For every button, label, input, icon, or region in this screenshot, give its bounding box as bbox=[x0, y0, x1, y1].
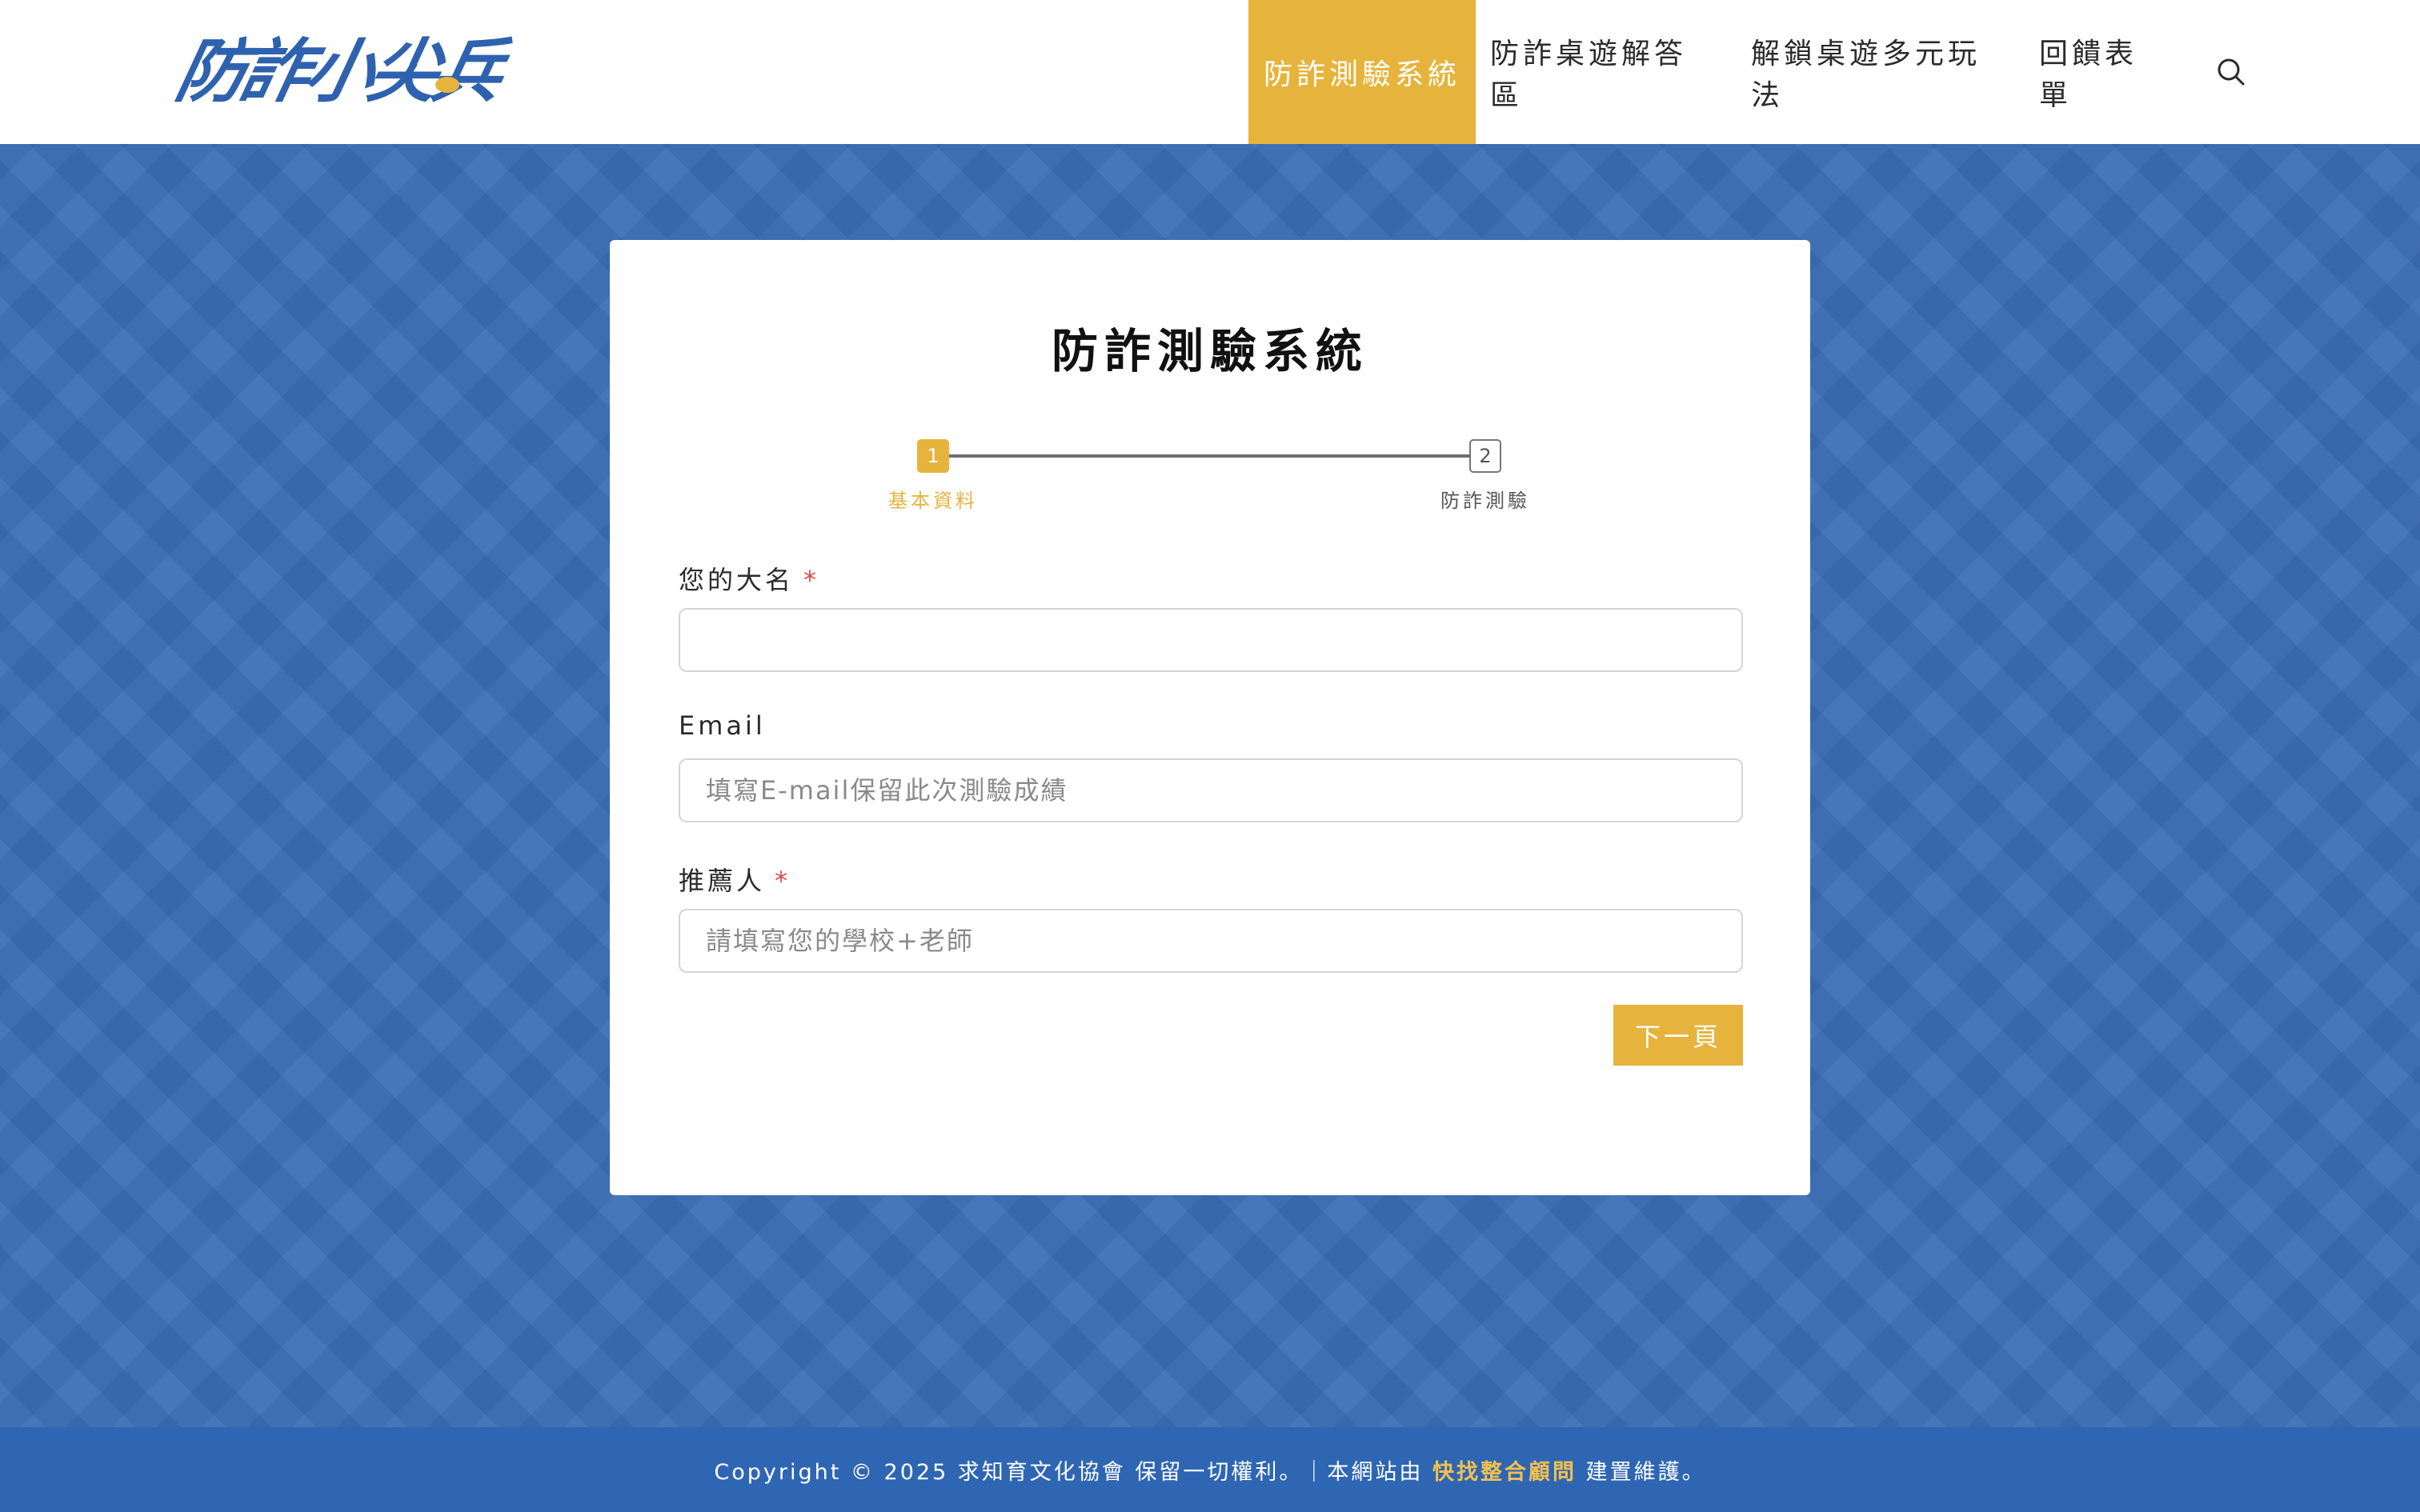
referrer-label-text: 推薦人 bbox=[679, 866, 766, 896]
footer-maintenance-text: 建置維護。 bbox=[1576, 1459, 1706, 1485]
footer-copyright: Copyright © 2025 求知育文化協會 保留一切權利。｜本網站由 bbox=[714, 1459, 1432, 1485]
site-footer: Copyright © 2025 求知育文化協會 保留一切權利。｜本網站由 快找… bbox=[0, 1427, 2420, 1512]
step-badge-2: 2 bbox=[1469, 439, 1501, 473]
name-label-text: 您的大名 bbox=[679, 565, 795, 595]
page-title: 防詐測驗系統 bbox=[1051, 324, 1368, 378]
required-mark: * bbox=[803, 565, 820, 595]
logo-text: 防詐小尖兵 bbox=[169, 32, 507, 112]
step-label-basic-info: 基本資料 bbox=[888, 490, 978, 512]
next-page-button[interactable]: 下一頁 bbox=[1613, 1005, 1743, 1066]
email-label-text: Email bbox=[679, 710, 766, 741]
name-label: 您的大名 * bbox=[679, 560, 819, 597]
email-label: Email bbox=[679, 710, 766, 741]
referrer-input[interactable] bbox=[679, 909, 1743, 973]
quiz-form-card: 防詐測驗系統 1 2 基本資料 防詐測驗 您的大名 * Email 推薦人 * 下一… bbox=[610, 240, 1810, 1195]
footer-developer-link[interactable]: 快找整合顧問 bbox=[1432, 1454, 1577, 1486]
nav-item-boardgame-answers[interactable]: 防詐桌遊解答區 bbox=[1490, 0, 1714, 144]
step-label-fraud-quiz: 防詐測驗 bbox=[1440, 490, 1530, 512]
step-badge-1: 1 bbox=[917, 439, 949, 473]
search-icon-svg bbox=[2218, 58, 2245, 86]
nav-item-feedback-form[interactable]: 回饋表單 bbox=[2039, 0, 2169, 144]
nav-item-boardgame-play[interactable]: 解鎖桌遊多元玩法 bbox=[1751, 0, 2007, 144]
search-icon[interactable] bbox=[2214, 54, 2249, 90]
referrer-label: 推薦人 * bbox=[679, 861, 791, 898]
name-input[interactable] bbox=[679, 608, 1743, 672]
site-header: 防詐小尖兵 防詐測驗系統 防詐桌遊解答區 解鎖桌遊多元玩法 回饋表單 bbox=[0, 0, 2420, 144]
logo-accent-icon bbox=[435, 77, 459, 93]
site-logo[interactable]: 防詐小尖兵 bbox=[169, 32, 546, 112]
step-progress-line bbox=[933, 454, 1485, 458]
nav-item-fraud-quiz[interactable]: 防詐測驗系統 bbox=[1248, 0, 1476, 144]
email-input[interactable] bbox=[679, 758, 1743, 822]
required-mark: * bbox=[775, 866, 791, 896]
